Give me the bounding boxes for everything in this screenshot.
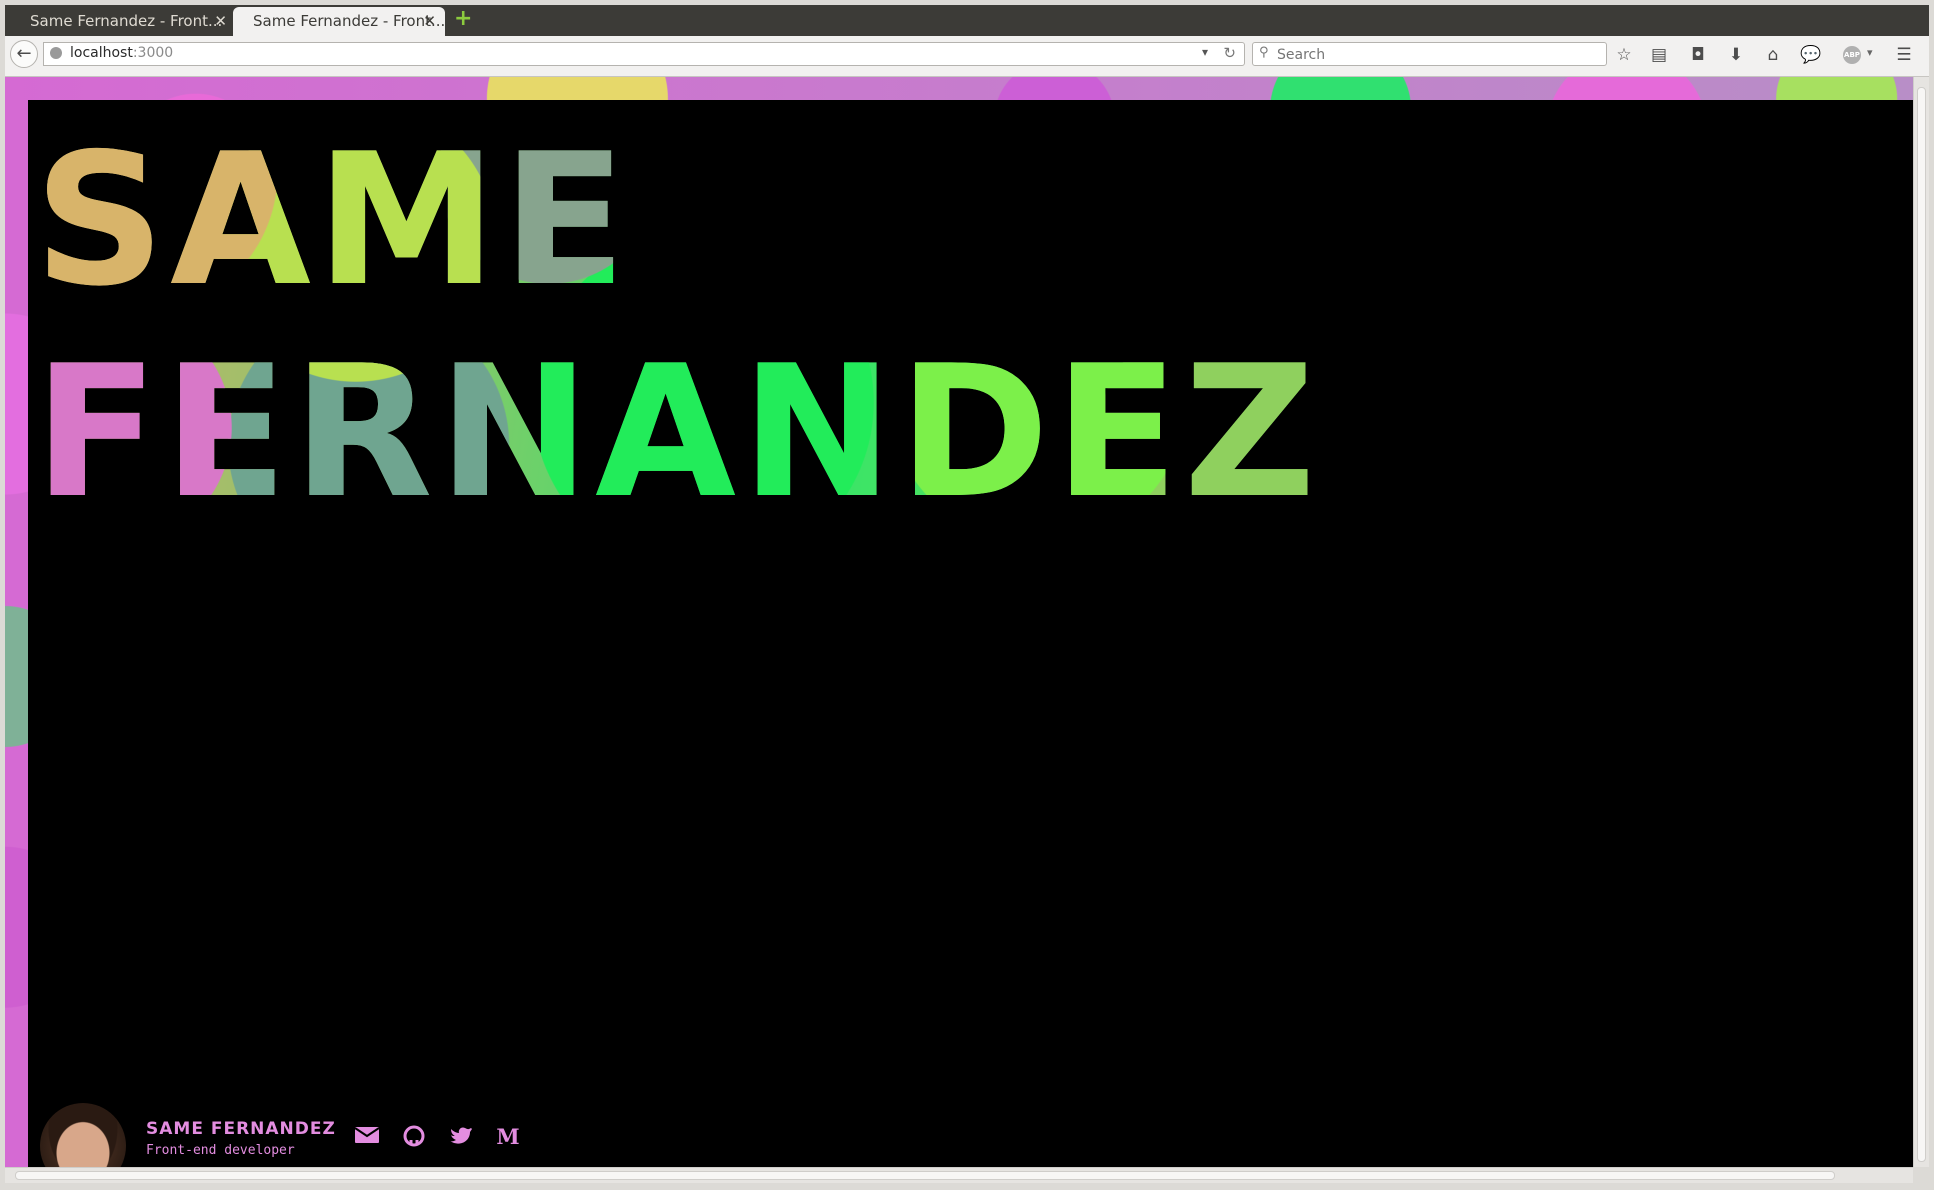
back-button[interactable]: ← [10, 40, 38, 68]
tab-strip: Same Fernandez - Front... ✕ Same Fernand… [5, 5, 1929, 36]
profile-footer: SAME FERNANDEZ Front-end developer M [40, 1103, 640, 1167]
twitter-icon[interactable] [447, 1123, 475, 1151]
home-icon[interactable]: ⌂ [1762, 44, 1784, 66]
reload-icon[interactable]: ↻ [1223, 44, 1236, 62]
arrow-left-icon: ← [16, 43, 32, 64]
hero-title: SAME FERNANDEZ [34, 114, 1321, 538]
download-icon[interactable]: ⬇ [1725, 44, 1747, 66]
hero-line-first-name: SAME [34, 114, 632, 326]
chevron-down-icon[interactable]: ▾ [1202, 45, 1208, 59]
chevron-down-icon[interactable]: ▾ [1867, 46, 1873, 59]
url-text[interactable]: localhost:3000 [70, 45, 173, 61]
navigation-toolbar: ← localhost:3000 ▾ ↻ ⚲ ☆ ▤ ◘ ⬇ ⌂ 💬 ABP ▾… [5, 36, 1929, 77]
scrollbar-thumb[interactable] [1917, 87, 1926, 1162]
search-bar[interactable]: ⚲ [1252, 42, 1607, 67]
globe-icon [50, 47, 62, 59]
horizontal-scrollbar[interactable] [5, 1167, 1913, 1183]
url-bar[interactable]: localhost:3000 ▾ ↻ [43, 42, 1245, 66]
hero-section: SAME FERNANDEZ SAME FERNANDEZ Front-end … [28, 100, 1913, 1167]
plus-icon[interactable]: + [454, 8, 472, 30]
scrollbar-thumb[interactable] [15, 1171, 1835, 1180]
tab-2[interactable]: Same Fernandez - Front... ✕ [233, 7, 445, 36]
avatar [40, 1103, 126, 1167]
medium-icon[interactable]: M [494, 1123, 522, 1151]
github-icon[interactable] [400, 1123, 428, 1151]
tab-title: Same Fernandez - Front... [253, 12, 445, 30]
close-icon[interactable]: ✕ [214, 7, 227, 36]
profile-name: SAME FERNANDEZ [146, 1119, 336, 1139]
tab-title: Same Fernandez - Front... [30, 12, 223, 30]
search-input[interactable] [1275, 43, 1599, 67]
hero-line-last-name: FERNANDEZ [34, 326, 1321, 538]
menu-icon[interactable]: ☰ [1893, 44, 1915, 66]
vertical-scrollbar[interactable] [1913, 77, 1929, 1167]
tab-1[interactable]: Same Fernandez - Front... ✕ [10, 7, 236, 36]
email-icon[interactable] [353, 1123, 381, 1151]
reading-list-icon[interactable]: ▤ [1648, 44, 1670, 66]
chat-icon[interactable]: 💬 [1800, 44, 1822, 66]
close-icon[interactable]: ✕ [423, 7, 436, 36]
adblock-icon[interactable]: ABP [1843, 46, 1861, 64]
star-icon[interactable]: ☆ [1613, 44, 1635, 66]
page-viewport: SAME FERNANDEZ SAME FERNANDEZ Front-end … [5, 77, 1913, 1167]
pocket-icon[interactable]: ◘ [1687, 44, 1709, 66]
profile-role: Front-end developer [146, 1143, 295, 1158]
search-icon: ⚲ [1259, 45, 1269, 60]
